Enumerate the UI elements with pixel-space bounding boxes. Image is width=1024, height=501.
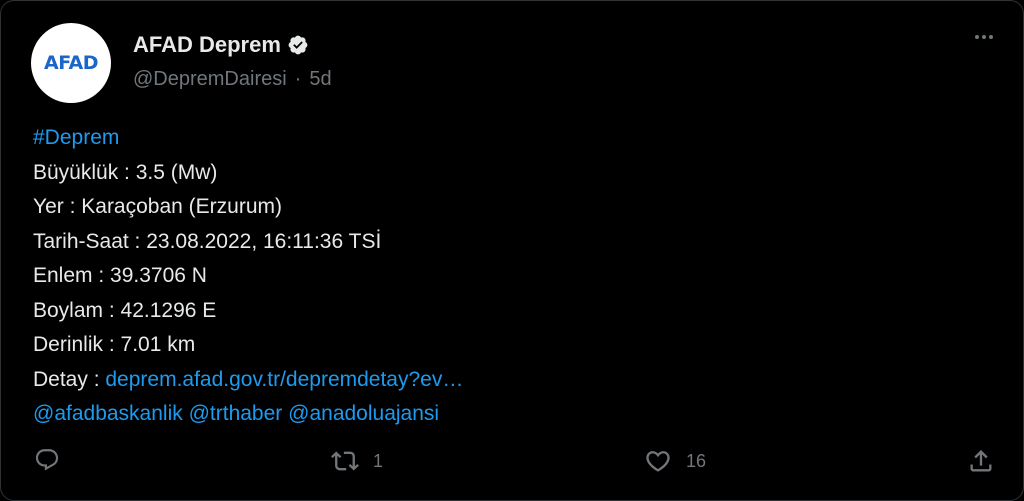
tweet-text: #Deprem Büyüklük : 3.5 (Mw) Yer : Karaço… bbox=[33, 121, 463, 432]
hashtag-link[interactable]: #Deprem bbox=[33, 126, 119, 149]
reply-icon bbox=[34, 447, 60, 473]
tweet-line-magnitude: Büyüklük : 3.5 (Mw) bbox=[33, 160, 218, 184]
heart-icon bbox=[644, 447, 672, 475]
tweet-line-datetime: Tarih-Saat : 23.08.2022, 16:11:36 TSİ bbox=[33, 229, 382, 253]
avatar[interactable]: AFAD bbox=[31, 23, 111, 103]
tweet-card[interactable]: AFAD AFAD Deprem @DepremDairesi · 5d #De… bbox=[0, 0, 1024, 501]
reply-button[interactable] bbox=[34, 447, 74, 473]
mention-link[interactable]: @anadoluajansi bbox=[288, 402, 439, 425]
handle-separator: · bbox=[294, 68, 302, 90]
like-button[interactable]: 16 bbox=[644, 447, 706, 475]
author-name-row: AFAD Deprem bbox=[133, 32, 309, 58]
author-display-name[interactable]: AFAD Deprem bbox=[133, 32, 281, 58]
like-count: 16 bbox=[686, 450, 707, 471]
author-handle-row: @DepremDairesi · 5d bbox=[133, 68, 332, 91]
mention-link[interactable]: @afadbaskanlik bbox=[33, 402, 183, 425]
tweet-line-latitude: Enlem : 39.3706 N bbox=[33, 264, 207, 287]
more-dots-icon bbox=[975, 35, 979, 39]
detail-label: Detay : bbox=[33, 367, 106, 391]
verified-badge-icon bbox=[287, 34, 309, 56]
share-icon bbox=[967, 447, 995, 475]
tweet-time[interactable]: 5d bbox=[309, 68, 331, 91]
tweet-line-location: Yer : Karaçoban (Erzurum) bbox=[33, 195, 282, 218]
tweet-line-depth: Derinlik : 7.01 km bbox=[33, 333, 196, 356]
mention-link[interactable]: @trthaber bbox=[189, 402, 283, 425]
author-handle[interactable]: @DepremDairesi bbox=[133, 68, 287, 91]
tweet-actions-bar: 1 16 bbox=[1, 447, 1023, 483]
avatar-logo-text: AFAD bbox=[44, 52, 98, 74]
tweet-line-longitude: Boylam : 42.1296 E bbox=[33, 298, 217, 322]
retweet-count: 1 bbox=[373, 450, 384, 471]
detail-link[interactable]: deprem.afad.gov.tr/depremdetay?ev… bbox=[105, 368, 463, 391]
retweet-button[interactable]: 1 bbox=[331, 447, 383, 475]
more-options-button[interactable] bbox=[975, 35, 993, 39]
retweet-icon bbox=[331, 447, 359, 475]
share-button[interactable] bbox=[967, 447, 995, 475]
